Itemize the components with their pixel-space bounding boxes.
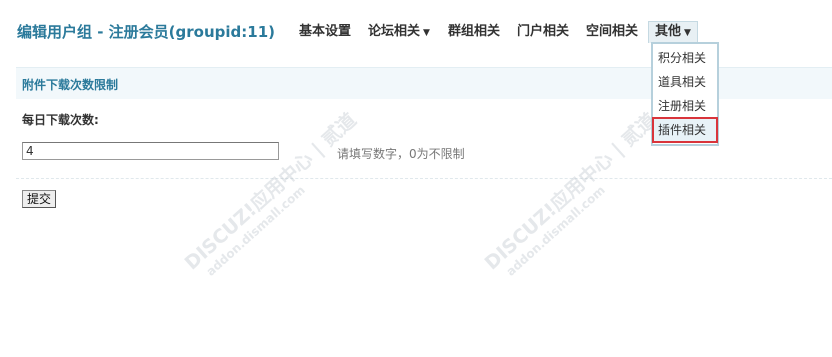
nav-tab-label: 空间相关 [586, 24, 639, 39]
menu-item-register[interactable]: 注册相关 [653, 94, 717, 118]
page-title: 编辑用户组 - 注册会员(groupid:11) [17, 23, 275, 41]
nav-tab-label: 论坛相关 [368, 24, 421, 39]
section-title: 附件下载次数限制 [22, 78, 119, 92]
nav-tab-group[interactable]: 群组相关 [448, 22, 500, 42]
watermark-brand: DISCUZ!应用中心 | 贰道 [180, 109, 361, 275]
nav-tab-label: 基本设置 [299, 24, 352, 39]
divider [16, 178, 832, 179]
submit-button[interactable]: 提交 [22, 190, 57, 208]
other-dropdown-menu: 积分相关 道具相关 注册相关 插件相关 [651, 42, 719, 146]
nav-tab-portal[interactable]: 门户相关 [517, 22, 569, 42]
watermark: DISCUZ!应用中心 | 贰道 addon.dismall.com [178, 106, 371, 285]
download-limit-label: 每日下载次数: [22, 113, 99, 127]
chevron-down-icon: ▼ [684, 28, 691, 38]
nav-tab-label: 门户相关 [517, 24, 570, 39]
field-hint: 请填写数字，0为不限制 [337, 147, 465, 161]
watermark-url: addon.dismall.com [503, 182, 608, 279]
nav-tab-label: 群组相关 [448, 24, 501, 39]
menu-item-credits[interactable]: 积分相关 [653, 46, 717, 70]
watermark-brand: DISCUZ!应用中心 | 贰道 [480, 109, 661, 275]
nav-tab-basic[interactable]: 基本设置 [299, 22, 351, 42]
menu-item-plugins[interactable]: 插件相关 [652, 117, 718, 143]
nav-tab-space[interactable]: 空间相关 [586, 22, 638, 42]
nav-tab-forum[interactable]: 论坛相关 ▼ [368, 22, 430, 43]
chevron-down-icon: ▼ [423, 28, 430, 38]
menu-item-props[interactable]: 道具相关 [653, 70, 717, 94]
nav-tab-label: 其他 [655, 24, 682, 39]
nav-tab-other[interactable]: 其他 ▼ [648, 21, 698, 43]
watermark: DISCUZ!应用中心 | 贰道 addon.dismall.com [478, 106, 671, 285]
download-limit-input[interactable] [22, 142, 279, 160]
